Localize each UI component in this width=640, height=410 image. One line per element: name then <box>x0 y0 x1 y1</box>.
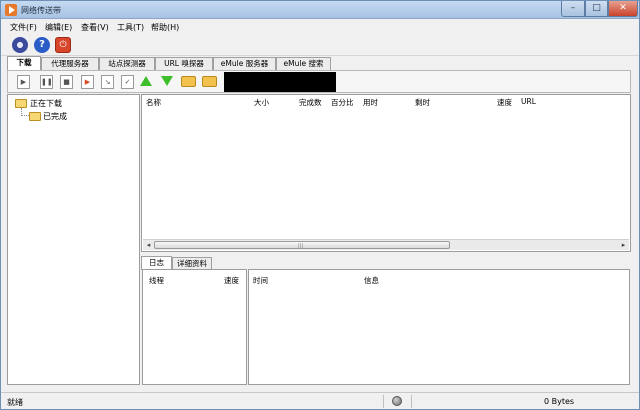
move-up-icon[interactable] <box>140 76 152 86</box>
thread-list: 线程 速度 <box>142 269 247 385</box>
check-icon[interactable]: ✓ <box>121 75 134 89</box>
folder-icon[interactable] <box>202 76 217 87</box>
gear-icon[interactable] <box>12 37 28 53</box>
horizontal-scrollbar[interactable]: ◂ ||| ▸ <box>143 239 629 250</box>
menu-file[interactable]: 文件(F) <box>10 22 37 33</box>
status-text: 就绪 <box>7 398 23 407</box>
tree-item-completed[interactable]: 已完成 <box>43 111 67 122</box>
download-toolbar: ▶ ❚❚ ■ ▶ ↘ ✓ <box>7 70 631 93</box>
title-bar[interactable]: 网络传送带 – □ ✕ <box>1 1 639 19</box>
tab-download[interactable]: 下载 <box>7 56 41 71</box>
column-speed[interactable]: 速度 <box>497 97 512 108</box>
tab-url-sniffer[interactable]: URL 嗅探器 <box>155 57 213 70</box>
app-window: 网络传送带 – □ ✕ 文件(F) 编辑(E) 查看(V) 工具(T) 帮助(H… <box>0 0 640 410</box>
column-message[interactable]: 信息 <box>364 275 379 286</box>
column-elapsed[interactable]: 用时 <box>363 97 378 108</box>
status-divider <box>383 395 384 408</box>
grip-icon: ||| <box>298 243 304 249</box>
move-down-icon[interactable] <box>161 76 173 86</box>
menu-edit[interactable]: 编辑(E) <box>45 22 72 33</box>
tab-proxy-server[interactable]: 代理服务器 <box>41 57 99 70</box>
column-completed[interactable]: 完成数 <box>299 97 322 108</box>
connection-indicator-icon <box>392 396 402 406</box>
tab-details[interactable]: 详细资料 <box>172 257 212 269</box>
status-divider <box>411 395 412 408</box>
minimize-button[interactable]: – <box>561 1 585 17</box>
menu-tools[interactable]: 工具(T) <box>117 22 144 33</box>
start-icon[interactable]: ▶ <box>17 75 30 89</box>
window-title: 网络传送带 <box>21 6 61 15</box>
menu-view[interactable]: 查看(V) <box>81 22 109 33</box>
download-list: 名称 大小 完成数 百分比 用时 剩时 速度 URL ◂ ||| ▸ <box>141 94 631 252</box>
close-button[interactable]: ✕ <box>608 1 638 17</box>
column-name[interactable]: 名称 <box>146 97 161 108</box>
tab-emule-search[interactable]: eMule 搜索 <box>276 57 331 70</box>
restart-icon[interactable]: ▶ <box>81 75 94 89</box>
tree-item-downloading[interactable]: 正在下载 <box>30 98 62 109</box>
column-size[interactable]: 大小 <box>254 97 269 108</box>
maximize-button[interactable]: □ <box>585 1 608 17</box>
folder-icon <box>29 112 41 121</box>
category-tree: 正在下载 已完成 <box>7 94 140 385</box>
scroll-right-icon[interactable]: ▸ <box>618 240 629 250</box>
column-thread-speed[interactable]: 速度 <box>224 275 239 286</box>
scroll-left-icon[interactable]: ◂ <box>143 240 154 250</box>
redacted-area <box>224 72 336 92</box>
app-icon <box>5 4 17 16</box>
tab-log[interactable]: 日志 <box>141 256 172 270</box>
scrollbar-thumb[interactable]: ||| <box>154 241 450 249</box>
status-bytes: 0 Bytes <box>544 397 575 406</box>
column-url[interactable]: URL <box>521 97 536 106</box>
tab-site-detector[interactable]: 站点探测器 <box>99 57 155 70</box>
main-toolbar: ? ⏻ <box>1 34 639 56</box>
folder-open-icon[interactable] <box>181 76 196 87</box>
status-bar: 就绪 0 Bytes <box>1 392 639 409</box>
help-icon[interactable]: ? <box>34 37 50 53</box>
stop-icon[interactable]: ■ <box>60 75 73 89</box>
menu-help[interactable]: 帮助(H) <box>151 22 179 33</box>
column-remaining[interactable]: 剩时 <box>415 97 430 108</box>
column-thread[interactable]: 线程 <box>149 275 164 286</box>
column-percent[interactable]: 百分比 <box>331 97 354 108</box>
pause-icon[interactable]: ❚❚ <box>40 75 53 89</box>
log-list: 时间 信息 <box>248 269 630 385</box>
menu-bar: 文件(F) 编辑(E) 查看(V) 工具(T) 帮助(H) <box>1 20 639 34</box>
move-icon[interactable]: ↘ <box>101 75 114 89</box>
folder-icon <box>15 99 27 108</box>
tab-emule-server[interactable]: eMule 服务器 <box>213 57 276 70</box>
column-time[interactable]: 时间 <box>253 275 268 286</box>
power-icon[interactable]: ⏻ <box>55 37 71 53</box>
